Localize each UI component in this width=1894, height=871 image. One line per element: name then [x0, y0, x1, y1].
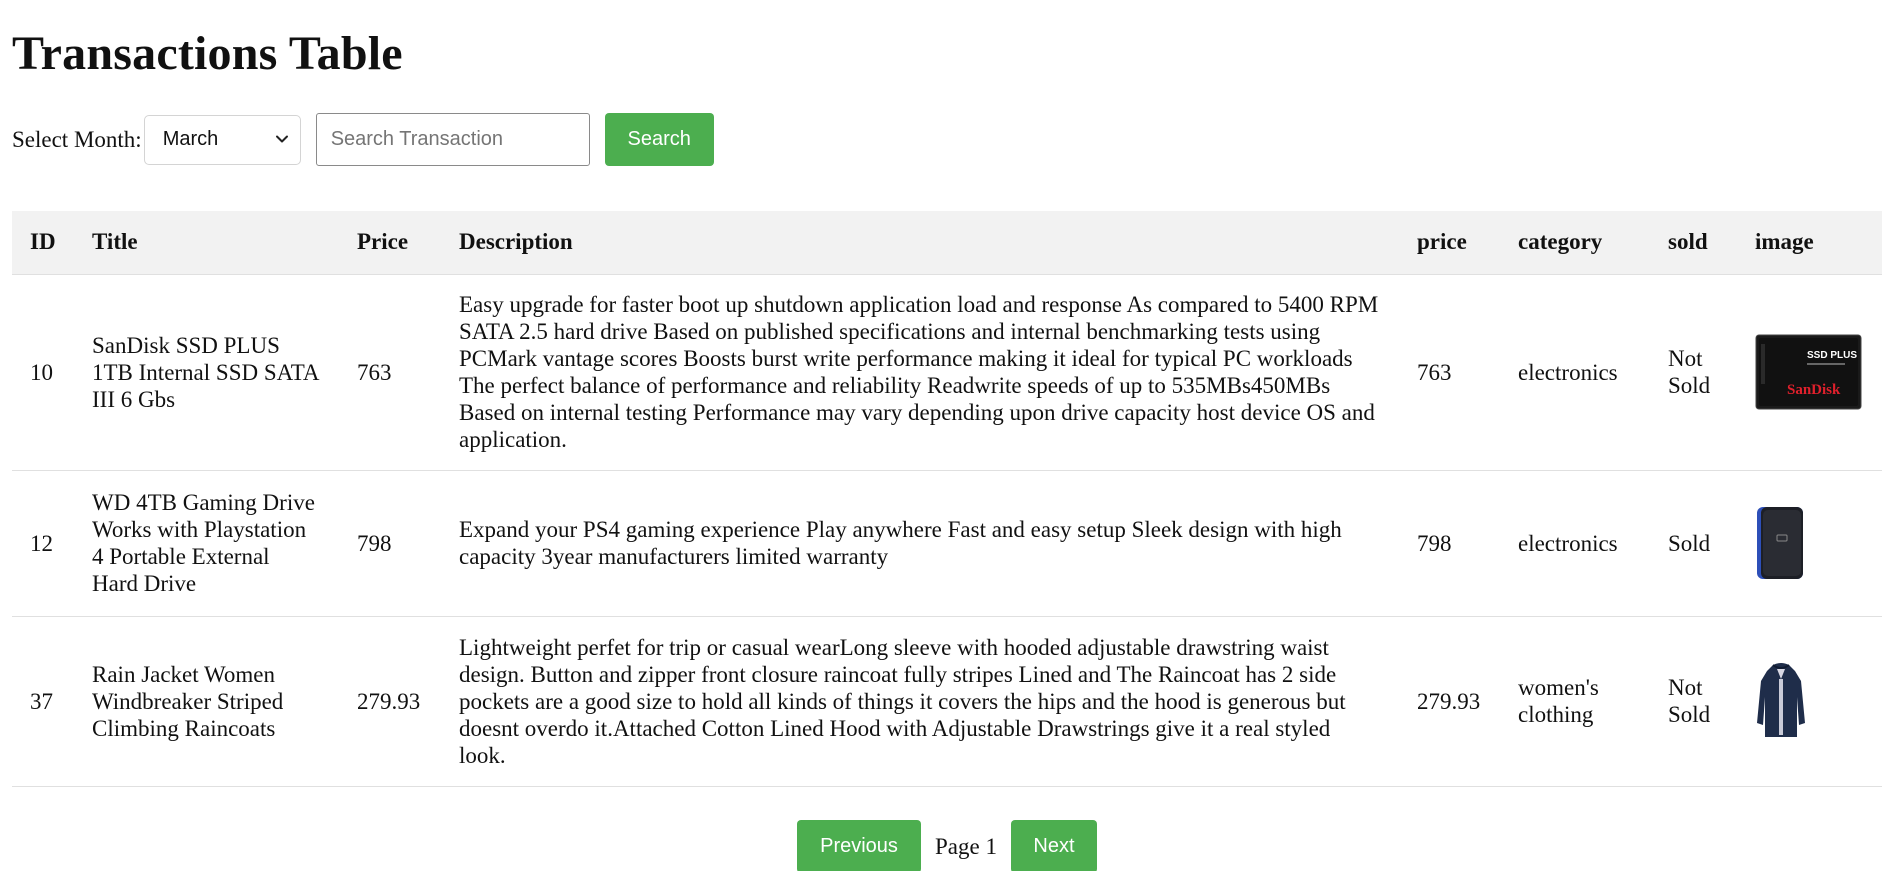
cell-image: SSD PLUS SanDisk [1737, 274, 1882, 471]
header-description: Description [441, 211, 1399, 275]
cell-title: Rain Jacket Women Windbreaker Striped Cl… [74, 616, 339, 787]
cell-price-secondary: 763 [1399, 274, 1500, 471]
transactions-page: Transactions Table Select Month: March S… [0, 0, 1894, 871]
chevron-down-icon [275, 135, 288, 142]
cell-description: Expand your PS4 gaming experience Play a… [441, 470, 1399, 617]
cell-id: 12 [12, 470, 74, 617]
cell-description: Lightweight perfet for trip or casual we… [441, 616, 1399, 787]
cell-price: 763 [339, 274, 441, 471]
cell-price: 798 [339, 470, 441, 617]
table-row: 12 WD 4TB Gaming Drive Works with Playst… [12, 470, 1882, 617]
month-label: Select Month: [12, 126, 142, 152]
cell-title: WD 4TB Gaming Drive Works with Playstati… [74, 470, 339, 617]
month-select[interactable]: March [143, 114, 301, 165]
cell-sold: Not Sold [1650, 616, 1737, 787]
cell-category: electronics [1500, 470, 1650, 617]
cell-description: Easy upgrade for faster boot up shutdown… [441, 274, 1399, 471]
search-input[interactable] [315, 113, 590, 166]
cell-sold: Not Sold [1650, 274, 1737, 471]
ssd-label-text: SSD PLUS [1807, 350, 1857, 361]
next-button[interactable]: Next [1010, 820, 1097, 871]
filter-controls: Select Month: March Search [12, 113, 714, 166]
header-image: image [1737, 211, 1882, 275]
search-button[interactable]: Search [604, 113, 714, 166]
cell-category: women's clothing [1500, 616, 1650, 787]
transactions-table: ID Title Price Description price categor… [12, 211, 1882, 787]
cell-sold: Sold [1650, 470, 1737, 617]
header-title: Title [74, 211, 339, 275]
cell-category: electronics [1500, 274, 1650, 471]
header-price: Price [339, 211, 441, 275]
month-select-value: March [162, 128, 219, 150]
ssd-product-image: SSD PLUS SanDisk [1755, 334, 1862, 410]
header-price-secondary: price [1399, 211, 1500, 275]
pagination: Previous Page 1 Next [0, 820, 1894, 871]
cell-image [1737, 470, 1882, 617]
ssd-brand-text: SanDisk [1787, 382, 1841, 398]
cell-id: 10 [12, 274, 74, 471]
table-row: 10 SanDisk SSD PLUS 1TB Internal SSD SAT… [12, 274, 1882, 471]
cell-price-secondary: 798 [1399, 470, 1500, 617]
table-header-row: ID Title Price Description price categor… [12, 211, 1882, 275]
previous-button[interactable]: Previous [797, 820, 922, 871]
cell-image [1737, 616, 1882, 787]
cell-price: 279.93 [339, 616, 441, 787]
cell-title: SanDisk SSD PLUS 1TB Internal SSD SATA I… [74, 274, 339, 471]
table-row: 37 Rain Jacket Women Windbreaker Striped… [12, 616, 1882, 787]
header-category: category [1500, 211, 1650, 275]
cell-price-secondary: 279.93 [1399, 616, 1500, 787]
page-title: Transactions Table [12, 27, 403, 80]
header-id: ID [12, 211, 74, 275]
header-sold: sold [1650, 211, 1737, 275]
page-indicator: Page 1 [935, 833, 997, 859]
cell-id: 37 [12, 616, 74, 787]
hard-drive-product-image [1757, 507, 1803, 579]
raincoat-product-image [1757, 663, 1805, 737]
